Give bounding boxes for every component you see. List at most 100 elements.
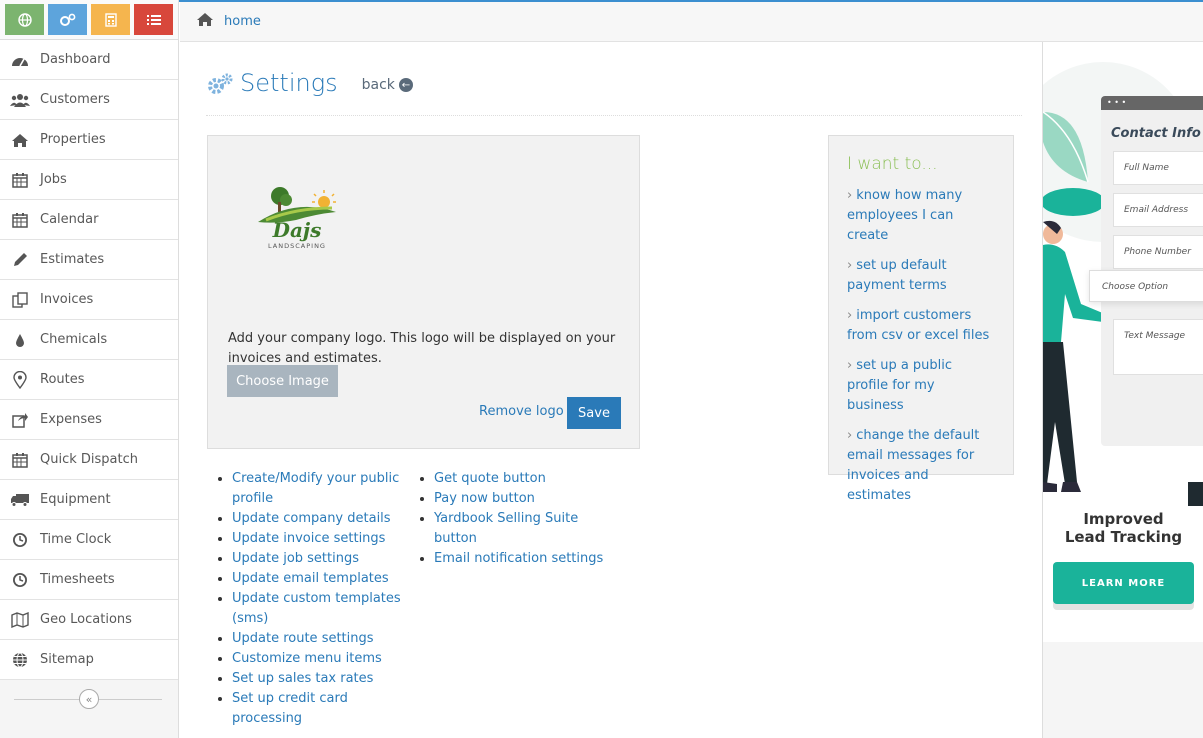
calendar-icon	[10, 211, 30, 229]
settings-link[interactable]: Customize menu items	[232, 651, 382, 666]
i-want-to-panel: I want to... › know how many employees I …	[828, 135, 1014, 503]
sidebar-item-sitemap[interactable]: Sitemap	[0, 640, 178, 680]
ad-form-window-bar: • • •	[1101, 96, 1203, 110]
sidebar-nav: Dashboard Customers Properties Jobs Cale…	[0, 40, 178, 680]
company-logo-panel: Dajs LANDSCAPING Add your company logo. …	[207, 135, 640, 449]
list-item: Update invoice settings	[232, 529, 412, 549]
i-want-to-item[interactable]: › set up default payment terms	[847, 256, 995, 296]
settings-link[interactable]: Yardbook Selling Suite button	[434, 511, 578, 546]
list-item: Email notification settings	[434, 549, 609, 569]
advertisement-panel[interactable]: • • • Contact Info Full Name Email Addre…	[1042, 42, 1203, 642]
main-content: Settings back ← Dajs LANDSCAPING Add you…	[180, 42, 1042, 738]
i-want-to-title: I want to...	[847, 154, 938, 174]
sidebar-item-label: Calendar	[40, 212, 99, 227]
sidebar-item-label: Invoices	[40, 292, 94, 307]
settings-link[interactable]: Create/Modify your public profile	[232, 471, 399, 506]
list-item: Get quote button	[434, 469, 609, 489]
sidebar-item-dashboard[interactable]: Dashboard	[0, 40, 178, 80]
learn-more-button[interactable]: LEARN MORE	[1053, 562, 1194, 604]
copy-icon	[10, 291, 30, 309]
calculator-shortcut-button[interactable]	[91, 4, 130, 35]
i-want-to-item[interactable]: › change the default email messages for i…	[847, 426, 995, 506]
sidebar-item-equipment[interactable]: Equipment	[0, 480, 178, 520]
sidebar-item-quick-dispatch[interactable]: Quick Dispatch	[0, 440, 178, 480]
dashboard-icon	[10, 51, 30, 69]
chevron-right-icon: ›	[847, 308, 853, 323]
remove-logo-link[interactable]: Remove logo	[479, 404, 564, 419]
settings-link[interactable]: Get quote button	[434, 471, 546, 486]
sidebar-item-chemicals[interactable]: Chemicals	[0, 320, 178, 360]
ad-headline-line-2: Lead Tracking	[1064, 528, 1183, 546]
settings-link[interactable]: Update job settings	[232, 551, 359, 566]
truck-icon	[10, 491, 30, 509]
users-icon	[10, 91, 30, 109]
sidebar-item-label: Expenses	[40, 412, 102, 427]
i-want-to-item[interactable]: › know how many employees I can create	[847, 186, 995, 246]
sidebar-collapse-row: «	[0, 680, 178, 718]
i-want-to-item[interactable]: › set up a public profile for my business	[847, 356, 995, 416]
sidebar-item-expenses[interactable]: Expenses	[0, 400, 178, 440]
sidebar-item-timesheets[interactable]: Timesheets	[0, 560, 178, 600]
settings-link[interactable]: Update email templates	[232, 571, 389, 586]
ad-field: Phone Number	[1113, 235, 1203, 269]
i-want-to-link[interactable]: know how many employees I can create	[847, 188, 962, 243]
chevron-right-icon: ›	[847, 188, 853, 203]
settings-link[interactable]: Update route settings	[232, 631, 374, 646]
page-header: Settings back ←	[206, 68, 1022, 116]
sidebar-collapse-button[interactable]: «	[79, 689, 99, 709]
sidebar-item-label: Dashboard	[40, 52, 111, 67]
ad-headline-line-1: Improved	[1083, 510, 1164, 528]
sidebar-item-invoices[interactable]: Invoices	[0, 280, 178, 320]
i-want-to-link[interactable]: set up default payment terms	[847, 258, 947, 293]
sidebar-item-routes[interactable]: Routes	[0, 360, 178, 400]
drop-icon	[10, 331, 30, 349]
breadcrumb: home	[180, 2, 1203, 42]
ad-field: Full Name	[1113, 151, 1203, 185]
sidebar-item-label: Routes	[40, 372, 85, 387]
settings-link[interactable]: Set up sales tax rates	[232, 671, 373, 686]
page-title: Settings	[240, 69, 338, 97]
logo-subtext: LANDSCAPING	[268, 242, 326, 250]
list-icon	[146, 14, 161, 25]
list-item: Update job settings	[232, 549, 412, 569]
sidebar-item-properties[interactable]: Properties	[0, 120, 178, 160]
home-icon	[10, 131, 30, 149]
sidebar-item-label: Equipment	[40, 492, 111, 507]
settings-link[interactable]: Set up credit card processing	[232, 691, 348, 726]
sidebar-item-geo-locations[interactable]: Geo Locations	[0, 600, 178, 640]
settings-link[interactable]: Pay now button	[434, 491, 535, 506]
sidebar-item-customers[interactable]: Customers	[0, 80, 178, 120]
clock-icon	[10, 531, 30, 549]
arrow-left-circle-icon: ←	[398, 78, 413, 92]
globe-icon	[17, 12, 32, 27]
i-want-to-link[interactable]: import customers from csv or excel files	[847, 308, 989, 343]
gears-shortcut-button[interactable]	[48, 4, 87, 35]
settings-link[interactable]: Update invoice settings	[232, 531, 385, 546]
breadcrumb-home-link[interactable]: home	[224, 14, 261, 29]
settings-link[interactable]: Email notification settings	[434, 551, 603, 566]
sidebar-item-jobs[interactable]: Jobs	[0, 160, 178, 200]
share-icon	[10, 411, 30, 429]
company-logo: Dajs LANDSCAPING	[256, 184, 338, 254]
logo-wordmark: Dajs	[272, 218, 322, 242]
sidebar-item-calendar[interactable]: Calendar	[0, 200, 178, 240]
i-want-to-link[interactable]: change the default email messages for in…	[847, 428, 979, 503]
list-shortcut-button[interactable]	[134, 4, 173, 35]
choose-image-button[interactable]: Choose Image	[227, 365, 338, 397]
save-button[interactable]: Save	[567, 397, 621, 429]
sidebar-item-estimates[interactable]: Estimates	[0, 240, 178, 280]
sidebar-item-label: Estimates	[40, 252, 105, 267]
i-want-to-link[interactable]: set up a public profile for my business	[847, 358, 952, 413]
sidebar-item-time-clock[interactable]: Time Clock	[0, 520, 178, 560]
list-item: Set up sales tax rates	[232, 669, 412, 689]
list-item: Create/Modify your public profile	[232, 469, 412, 509]
i-want-to-item[interactable]: › import customers from csv or excel file…	[847, 306, 995, 346]
gears-icon	[206, 72, 234, 100]
ad-form-title: Contact Info	[1111, 126, 1201, 141]
back-link[interactable]: back ←	[362, 77, 413, 93]
settings-link[interactable]: Update custom templates (sms)	[232, 591, 401, 626]
sidebar: Dashboard Customers Properties Jobs Cale…	[0, 0, 179, 738]
settings-link[interactable]: Update company details	[232, 511, 391, 526]
list-item: Set up credit card processing	[232, 689, 412, 729]
globe-shortcut-button[interactable]	[5, 4, 44, 35]
